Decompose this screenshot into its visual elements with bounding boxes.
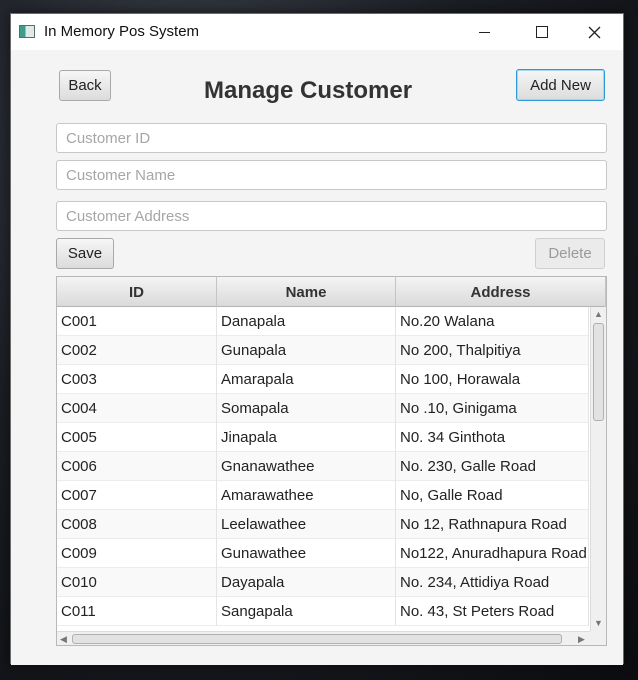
scroll-left-icon[interactable]: ◀ bbox=[60, 635, 67, 644]
cell-id: C011 bbox=[57, 597, 217, 626]
add-new-button[interactable]: Add New bbox=[516, 69, 605, 101]
cell-address: No.20 Walana bbox=[396, 307, 589, 336]
customer-name-field[interactable] bbox=[56, 160, 607, 190]
minimize-icon bbox=[478, 31, 490, 33]
column-header-name[interactable]: Name bbox=[217, 277, 396, 307]
window-title: In Memory Pos System bbox=[44, 23, 200, 40]
customer-id-field[interactable] bbox=[56, 123, 607, 153]
cell-name: Danapala bbox=[217, 307, 396, 336]
page-title: Manage Customer bbox=[204, 77, 413, 104]
cell-id: C001 bbox=[57, 307, 217, 336]
back-button[interactable]: Back bbox=[59, 70, 111, 101]
cell-address: No .10, Ginigama bbox=[396, 394, 589, 423]
table-header: ID Name Address bbox=[57, 277, 606, 307]
table-row[interactable]: C011 Sangapala No. 43, St Peters Road bbox=[57, 597, 589, 626]
close-icon bbox=[588, 26, 600, 38]
cell-name: Leelawathee bbox=[217, 510, 396, 539]
table-row[interactable]: C006 Gnanawathee No. 230, Galle Road bbox=[57, 452, 589, 481]
table-row[interactable]: C004 Somapala No .10, Ginigama bbox=[57, 394, 589, 423]
table-body: C001 Danapala No.20 Walana C002 Gunapala No 2… bbox=[57, 307, 589, 626]
cell-address: No 12, Rathnapura Road bbox=[396, 510, 589, 539]
close-button[interactable] bbox=[565, 14, 623, 50]
customer-address-field[interactable] bbox=[56, 201, 607, 231]
table-row[interactable]: C003 Amarapala No 100, Horawala bbox=[57, 365, 589, 394]
cell-address: No122, Anuradhapura Road bbox=[396, 539, 589, 568]
maximize-icon bbox=[536, 26, 548, 38]
cell-name: Jinapala bbox=[217, 423, 396, 452]
cell-id: C005 bbox=[57, 423, 217, 452]
cell-address: No, Galle Road bbox=[396, 481, 589, 510]
horizontal-scrollbar[interactable]: ◀ ▶ bbox=[57, 631, 590, 645]
cell-name: Gunawathee bbox=[217, 539, 396, 568]
table-row[interactable]: C008 Leelawathee No 12, Rathnapura Road bbox=[57, 510, 589, 539]
table-row[interactable]: C001 Danapala No.20 Walana bbox=[57, 307, 589, 336]
main-content: Back Manage Customer Add New Save Delete… bbox=[11, 50, 623, 665]
cell-name: Gnanawathee bbox=[217, 452, 396, 481]
cell-name: Amarawathee bbox=[217, 481, 396, 510]
delete-button[interactable]: Delete bbox=[535, 238, 605, 269]
cell-name: Amarapala bbox=[217, 365, 396, 394]
table-row[interactable]: C010 Dayapala No. 234, Attidiya Road bbox=[57, 568, 589, 597]
cell-address: No 200, Thalpitiya bbox=[396, 336, 589, 365]
cell-address: No. 43, St Peters Road bbox=[396, 597, 589, 626]
cell-id: C007 bbox=[57, 481, 217, 510]
minimize-button[interactable] bbox=[455, 14, 513, 50]
cell-name: Sangapala bbox=[217, 597, 396, 626]
table-row[interactable]: C005 Jinapala N0. 34 Ginthota bbox=[57, 423, 589, 452]
title-bar[interactable]: In Memory Pos System bbox=[11, 14, 623, 50]
cell-id: C002 bbox=[57, 336, 217, 365]
maximize-button[interactable] bbox=[513, 14, 571, 50]
cell-id: C004 bbox=[57, 394, 217, 423]
vertical-scrollbar[interactable]: ▲ ▼ bbox=[590, 307, 606, 631]
table-row[interactable]: C002 Gunapala No 200, Thalpitiya bbox=[57, 336, 589, 365]
app-window-icon bbox=[19, 25, 35, 38]
cell-id: C008 bbox=[57, 510, 217, 539]
scroll-right-icon[interactable]: ▶ bbox=[578, 635, 585, 644]
cell-address: N0. 34 Ginthota bbox=[396, 423, 589, 452]
cell-name: Gunapala bbox=[217, 336, 396, 365]
cell-id: C010 bbox=[57, 568, 217, 597]
table-row[interactable]: C009 Gunawathee No122, Anuradhapura Road bbox=[57, 539, 589, 568]
vertical-scroll-thumb[interactable] bbox=[593, 323, 604, 421]
scroll-down-icon[interactable]: ▼ bbox=[594, 619, 603, 628]
scroll-up-icon[interactable]: ▲ bbox=[594, 310, 603, 319]
cell-id: C009 bbox=[57, 539, 217, 568]
cell-name: Dayapala bbox=[217, 568, 396, 597]
cell-address: No 100, Horawala bbox=[396, 365, 589, 394]
cell-address: No. 230, Galle Road bbox=[396, 452, 589, 481]
cell-address: No. 234, Attidiya Road bbox=[396, 568, 589, 597]
column-header-address[interactable]: Address bbox=[396, 277, 606, 307]
customer-table[interactable]: ID Name Address C001 Danapala No.20 Walana… bbox=[56, 276, 607, 646]
cell-name: Somapala bbox=[217, 394, 396, 423]
save-button[interactable]: Save bbox=[56, 238, 114, 269]
scrollbar-corner bbox=[590, 631, 606, 645]
cell-id: C003 bbox=[57, 365, 217, 394]
horizontal-scroll-thumb[interactable] bbox=[72, 634, 562, 644]
cell-id: C006 bbox=[57, 452, 217, 481]
table-row[interactable]: C007 Amarawathee No, Galle Road bbox=[57, 481, 589, 510]
column-header-id[interactable]: ID bbox=[57, 277, 217, 307]
app-window: In Memory Pos System Back Manage Custome… bbox=[10, 13, 624, 665]
